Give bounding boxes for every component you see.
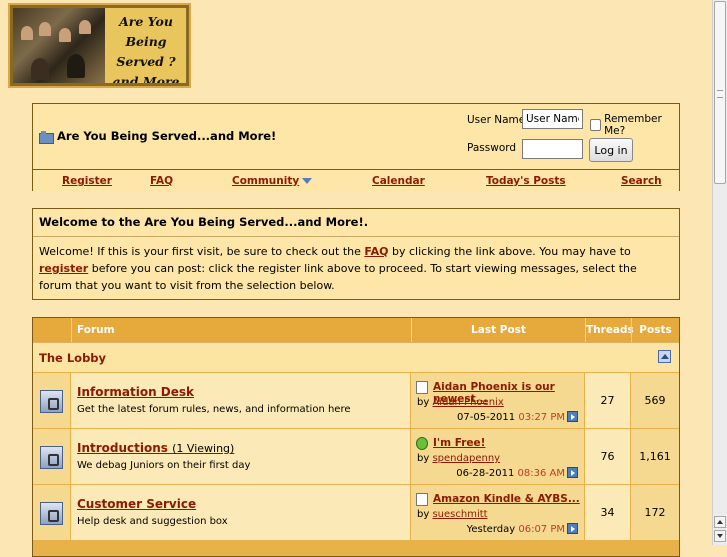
last-post-time: 08:36 AM bbox=[517, 468, 565, 479]
last-post-title[interactable]: Amazon Kindle & AYBS... bbox=[433, 493, 580, 505]
password-input[interactable] bbox=[522, 139, 583, 159]
welcome-text-1: Welcome! If this is your first visit, be… bbox=[39, 245, 365, 258]
breadcrumb-title: Are You Being Served...and More! bbox=[57, 129, 277, 143]
header-forum: Forum bbox=[71, 318, 411, 342]
welcome-faq-link[interactable]: FAQ bbox=[364, 245, 388, 258]
forum-row: Customer Service Help desk and suggestio… bbox=[33, 485, 679, 540]
forum-description: We debag Juniors on their first day bbox=[77, 460, 251, 471]
threads-count: 34 bbox=[600, 506, 615, 519]
last-post-time: 06:07 PM bbox=[518, 524, 565, 535]
scroll-up-arrow-icon[interactable] bbox=[714, 516, 726, 528]
forum-description: Help desk and suggestion box bbox=[77, 516, 228, 527]
forum-row: Information Desk Get the latest forum ru… bbox=[33, 373, 679, 428]
document-icon bbox=[416, 381, 428, 394]
threads-count: 76 bbox=[600, 450, 615, 463]
last-post-date-text: 07-05-2011 bbox=[457, 412, 516, 423]
nav-search[interactable]: Search bbox=[621, 175, 662, 187]
login-button[interactable]: Log in bbox=[589, 138, 633, 162]
logo-photo bbox=[13, 8, 105, 83]
posts-count: 172 bbox=[644, 506, 666, 519]
nav-calendar[interactable]: Calendar bbox=[372, 175, 425, 187]
welcome-register-link[interactable]: register bbox=[39, 262, 88, 275]
forum-title[interactable]: Customer Service bbox=[77, 497, 196, 511]
welcome-text-2: by clicking the link above. You may have… bbox=[388, 245, 631, 258]
forum-locked-icon bbox=[40, 390, 63, 413]
threads-count: 27 bbox=[600, 394, 615, 407]
breadcrumb: Are You Being Served...and More! bbox=[39, 129, 277, 144]
last-post-date: 07-05-2011 03:27 PM bbox=[457, 412, 565, 423]
remember-me[interactable]: Remember Me? bbox=[590, 113, 679, 137]
header-posts: Posts bbox=[631, 318, 679, 342]
last-post-by: by spendapenny bbox=[417, 453, 500, 464]
document-icon bbox=[416, 493, 428, 506]
last-post-author[interactable]: spendapenny bbox=[432, 453, 500, 464]
password-label: Password bbox=[467, 142, 517, 154]
forum-locked-icon bbox=[40, 446, 63, 469]
forum-title-text: Introductions bbox=[77, 441, 168, 455]
last-post-by: by Aidan Phoenix bbox=[417, 397, 504, 408]
by-label: by bbox=[417, 397, 430, 408]
forum-table-header: Forum Last Post Threads Posts bbox=[33, 318, 679, 342]
smile-icon bbox=[416, 437, 428, 450]
forum-title-text: Information Desk bbox=[77, 385, 195, 399]
category-title[interactable]: The Lobby bbox=[39, 351, 106, 365]
last-post-date-text: 06-28-2011 bbox=[456, 468, 515, 479]
nav-links: Register FAQ Community Calendar Today's … bbox=[33, 169, 679, 191]
nav-community-label: Community bbox=[232, 175, 300, 187]
nav-register[interactable]: Register bbox=[62, 175, 112, 187]
scroll-down-arrow-icon[interactable] bbox=[714, 530, 726, 542]
nav-community[interactable]: Community bbox=[232, 175, 313, 187]
logo-text: Are You Being Served ? and More !!!!! bbox=[112, 14, 180, 83]
go-to-last-post-icon[interactable] bbox=[567, 523, 578, 534]
welcome-text: Welcome! If this is your first visit, be… bbox=[39, 243, 671, 294]
forum-title[interactable]: Introductions (1 Viewing) bbox=[77, 441, 234, 455]
by-label: by bbox=[417, 453, 430, 464]
dropdown-arrow-icon bbox=[302, 178, 313, 184]
welcome-title: Welcome to the Are You Being Served...an… bbox=[33, 209, 679, 237]
username-label: User Name bbox=[467, 114, 526, 126]
posts-count: 1,161 bbox=[639, 450, 671, 463]
forum-viewing-count: (1 Viewing) bbox=[172, 442, 235, 455]
category-row: The Lobby bbox=[33, 342, 679, 372]
go-to-last-post-icon[interactable] bbox=[567, 467, 578, 478]
last-post-date: 06-28-2011 08:36 AM bbox=[456, 468, 565, 479]
forum-title[interactable]: Information Desk bbox=[77, 385, 194, 399]
forum-locked-icon bbox=[40, 502, 63, 525]
posts-count: 569 bbox=[644, 394, 666, 407]
last-post-time: 03:27 PM bbox=[518, 412, 565, 423]
nav-todays-posts[interactable]: Today's Posts bbox=[486, 175, 566, 187]
nav-faq[interactable]: FAQ bbox=[150, 175, 173, 187]
header-threads: Threads bbox=[585, 318, 634, 342]
forum-table: Forum Last Post Threads Posts The Lobby … bbox=[32, 317, 680, 557]
header-last-post: Last Post bbox=[411, 318, 585, 342]
last-post-author[interactable]: Aidan Phoenix bbox=[432, 397, 503, 408]
forum-title-text: Customer Service bbox=[77, 497, 197, 511]
welcome-text-3: before you can post: click the register … bbox=[39, 262, 637, 292]
last-post-title[interactable]: I'm Free! bbox=[433, 437, 485, 449]
username-input[interactable] bbox=[522, 109, 583, 129]
forum-row: Introductions (1 Viewing) We debag Junio… bbox=[33, 429, 679, 484]
forum-description: Get the latest forum rules, news, and in… bbox=[77, 404, 351, 415]
go-to-last-post-icon[interactable] bbox=[567, 411, 578, 422]
welcome-panel: Welcome to the Are You Being Served...an… bbox=[32, 208, 680, 300]
scrollbar-thumb[interactable] bbox=[714, 1, 726, 184]
folder-icon bbox=[39, 130, 54, 144]
remember-me-checkbox[interactable] bbox=[590, 119, 602, 131]
last-post-date-text: Yesterday bbox=[466, 524, 516, 535]
last-post-by: by sueschmitt bbox=[417, 509, 488, 520]
remember-me-label: Remember Me? bbox=[604, 113, 662, 137]
collapse-icon[interactable] bbox=[658, 350, 671, 363]
last-post-date: Yesterday 06:07 PM bbox=[467, 524, 565, 535]
vertical-scrollbar[interactable] bbox=[712, 0, 727, 545]
last-post-author[interactable]: sueschmitt bbox=[432, 509, 487, 520]
by-label: by bbox=[417, 509, 430, 520]
site-logo[interactable]: Are You Being Served ? and More !!!!! bbox=[8, 3, 191, 88]
navbar: Are You Being Served...and More! User Na… bbox=[32, 103, 680, 191]
